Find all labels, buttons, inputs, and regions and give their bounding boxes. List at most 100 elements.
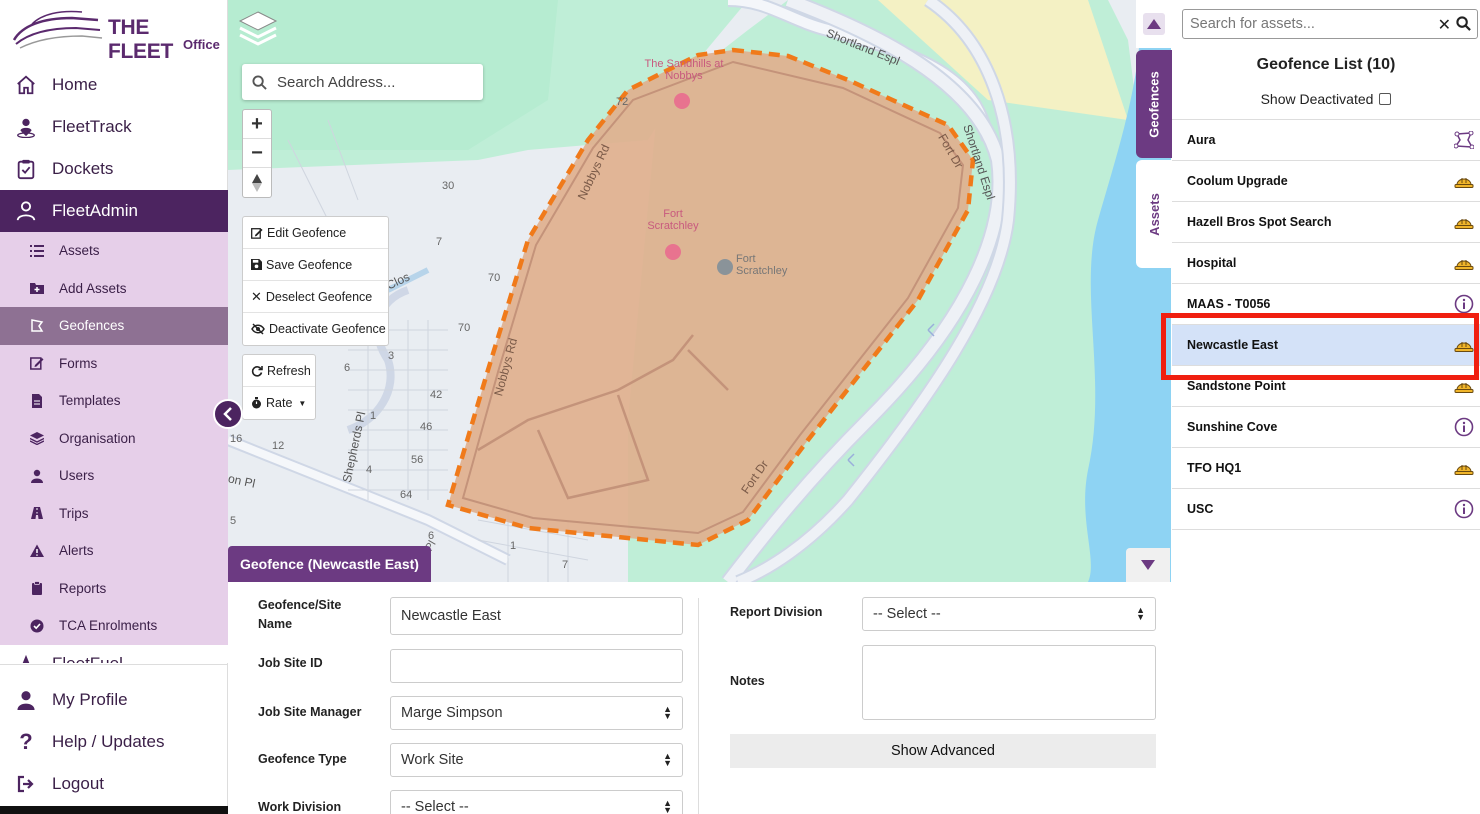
info-icon [1451, 417, 1477, 437]
list-item[interactable]: Aura [1172, 120, 1480, 161]
sub-label: Alerts [59, 543, 94, 559]
sub-label: Organisation [59, 430, 136, 446]
nav-label: Home [52, 75, 98, 94]
sub-item-forms[interactable]: Forms [0, 345, 228, 383]
rate-dropdown[interactable]: Rate ▼ [243, 387, 315, 419]
nav-item-my-profile[interactable]: My Profile [0, 679, 228, 721]
show-deactivated-toggle[interactable]: Show Deactivated [1172, 91, 1480, 107]
edit-icon [251, 227, 263, 239]
sub-item-alerts[interactable]: Alerts [0, 532, 228, 570]
manager-select[interactable]: Marge Simpson ▲ ▼ [390, 696, 683, 730]
nav-item-logout[interactable]: Logout [0, 763, 228, 805]
compass-north-icon[interactable] [243, 168, 271, 197]
nav-item-help-updates[interactable]: ? Help / Updates [0, 721, 228, 763]
sub-item-geofences[interactable]: Geofences [0, 307, 228, 345]
map-canvas[interactable]: Shortland Espl Shortland Espl Nobbys Rd … [228, 0, 1171, 582]
sub-label: Trips [59, 505, 89, 521]
address-search-placeholder: Search Address... [277, 73, 396, 91]
refresh-button[interactable]: Refresh [243, 355, 315, 387]
logo[interactable]: THE FLEET Office [12, 6, 220, 63]
list-icon [29, 243, 45, 259]
list-item[interactable]: Hospital [1172, 243, 1480, 284]
sub-item-users[interactable]: Users [0, 457, 228, 495]
map-actions-toolbar: Refresh Rate ▼ [242, 354, 316, 420]
deactivate-geofence-button[interactable]: Deactivate Geofence [243, 313, 388, 345]
sub-label: Geofences [59, 318, 125, 334]
logo-subtitle: Office [183, 37, 220, 52]
save-geofence-button[interactable]: Save Geofence [243, 249, 388, 281]
sub-item-tca-enrolments[interactable]: TCA Enrolments [0, 607, 228, 645]
info-icon [1451, 499, 1477, 519]
list-item[interactable]: MAAS - T0056 [1172, 284, 1480, 325]
collapse-down-button[interactable] [1126, 548, 1170, 582]
map-poi-label: Fort Scratchley [647, 208, 699, 232]
users-icon [14, 199, 38, 223]
notes-label: Notes [730, 674, 765, 688]
collapse-up-button[interactable] [1136, 0, 1172, 48]
site-name-input[interactable]: Newcastle East [390, 597, 683, 635]
nav-item-dockets[interactable]: Dockets [0, 148, 228, 190]
button-label: Rate [266, 396, 293, 410]
list-item-selected[interactable]: Newcastle East [1172, 325, 1480, 366]
list-item[interactable]: Sunshine Cove [1172, 407, 1480, 448]
report-division-value: -- Select -- [873, 606, 941, 622]
tab-assets[interactable]: Assets [1136, 160, 1172, 268]
sub-item-organisation[interactable]: Organisation [0, 420, 228, 458]
map-number: 4 [366, 464, 373, 476]
nav-item-home[interactable]: Home [0, 64, 228, 106]
fleetadmin-submenu: Assets Add Assets Geofences Forms Templa… [0, 232, 228, 645]
search-icon [252, 74, 267, 90]
show-deactivated-checkbox[interactable] [1379, 93, 1392, 105]
list-item[interactable]: Sandstone Point [1172, 366, 1480, 407]
sub-item-assets[interactable]: Assets [0, 232, 228, 270]
nav-item-fleettrack[interactable]: FleetTrack [0, 106, 228, 148]
clipboard-icon [29, 580, 45, 596]
hardhat-icon [1451, 337, 1477, 353]
asset-search-input[interactable]: Search for assets... ✕ [1182, 9, 1478, 39]
list-item[interactable]: Coolum Upgrade [1172, 161, 1480, 202]
clear-search-icon[interactable]: ✕ [1438, 15, 1451, 35]
nav-item-fleetfuel[interactable]: FleetFuel [0, 644, 228, 663]
manager-label: Job Site Manager [258, 705, 362, 719]
list-item[interactable]: Hazell Bros Spot Search [1172, 202, 1480, 243]
triangle-up-icon [1143, 13, 1165, 35]
type-select[interactable]: Work Site ▲ ▼ [390, 743, 683, 777]
sub-item-reports[interactable]: Reports [0, 570, 228, 608]
nav-label: FleetAdmin [52, 201, 138, 220]
map-number: 12 [272, 440, 285, 452]
tab-geofences[interactable]: Geofences [1136, 50, 1172, 158]
button-label: Deselect Geofence [265, 289, 373, 304]
geofence-details-tab[interactable]: Geofence (Newcastle East) [228, 546, 431, 582]
nav-item-fleetadmin[interactable]: FleetAdmin [0, 190, 228, 232]
refresh-icon [251, 365, 263, 377]
sub-item-trips[interactable]: Trips [0, 495, 228, 533]
geofence-name: TFO HQ1 [1187, 461, 1242, 475]
collapse-sidebar-button[interactable] [213, 399, 243, 429]
select-arrows-icon: ▲ ▼ [663, 704, 672, 721]
save-icon [251, 259, 262, 270]
list-item[interactable]: TFO HQ1 [1172, 448, 1480, 489]
sub-item-add-assets[interactable]: Add Assets [0, 270, 228, 308]
eye-slash-icon [251, 323, 265, 335]
deselect-geofence-button[interactable]: ✕ Deselect Geofence [243, 281, 388, 313]
folder-plus-icon [29, 280, 45, 296]
job-site-id-input[interactable] [390, 649, 683, 683]
sub-item-templates[interactable]: Templates [0, 382, 228, 420]
tab-label: Geofences [1146, 70, 1162, 138]
zoom-in-button[interactable]: + [243, 110, 271, 139]
address-search-input[interactable]: Search Address... [242, 64, 483, 100]
zoom-out-button[interactable]: − [243, 139, 271, 168]
layers-toggle-icon[interactable] [236, 6, 280, 50]
list-item[interactable]: USC [1172, 489, 1480, 530]
hardhat-icon [1451, 214, 1477, 230]
edit-geofence-button[interactable]: Edit Geofence [243, 217, 388, 249]
sub-label: Forms [59, 355, 98, 371]
report-division-select[interactable]: -- Select -- ▲ ▼ [862, 597, 1156, 631]
clipboard-check-icon [14, 157, 38, 181]
work-division-select[interactable]: -- Select -- ▲ ▼ [390, 790, 683, 814]
search-icon[interactable] [1456, 16, 1471, 35]
geofence-name: Coolum Upgrade [1187, 174, 1288, 188]
show-advanced-button[interactable]: Show Advanced [730, 734, 1156, 768]
notes-textarea[interactable] [862, 645, 1156, 720]
map-number: 7 [436, 236, 443, 248]
